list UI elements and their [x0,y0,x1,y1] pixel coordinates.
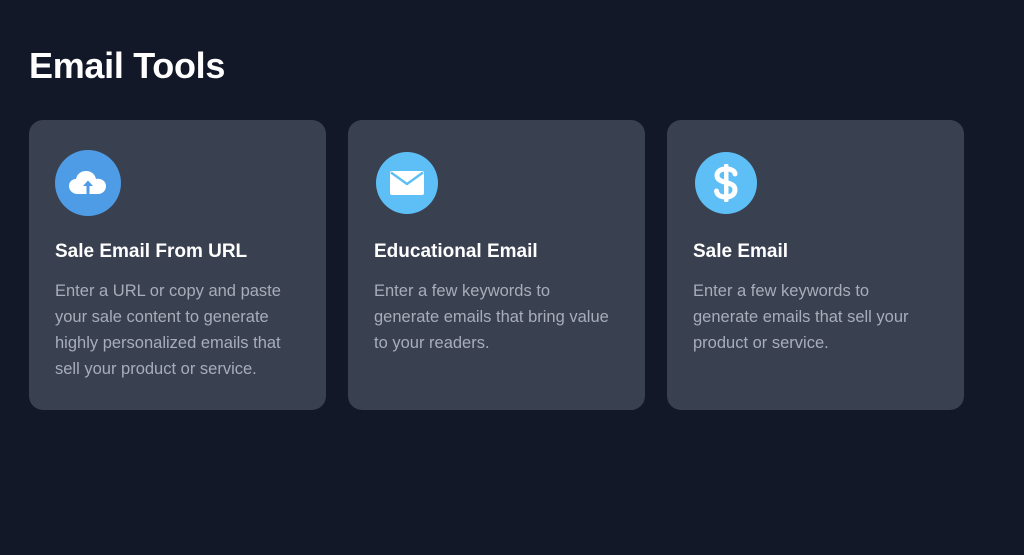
tool-card-sale-email-from-url[interactable]: Sale Email From URL Enter a URL or copy … [29,120,326,410]
card-title: Educational Email [374,241,538,262]
card-title: Sale Email [693,241,789,262]
page-title: Email Tools [29,45,226,86]
card-description: Enter a URL or copy and paste your sale … [55,282,281,378]
card-description: Enter a few keywords to generate emails … [693,282,909,352]
email-tools-page: Email Tools Sale Email From URL Enter a … [0,0,1024,555]
tool-card-educational-email[interactable]: Educational Email Enter a few keywords t… [348,120,645,410]
cloud-upload-icon [55,150,121,216]
envelope-icon [376,152,438,214]
dollar-icon [695,152,757,214]
card-description: Enter a few keywords to generate emails … [374,282,609,352]
card-title: Sale Email From URL [55,241,248,262]
tool-card-list: Sale Email From URL Enter a URL or copy … [29,120,964,410]
tool-card-sale-email[interactable]: Sale Email Enter a few keywords to gener… [667,120,964,410]
